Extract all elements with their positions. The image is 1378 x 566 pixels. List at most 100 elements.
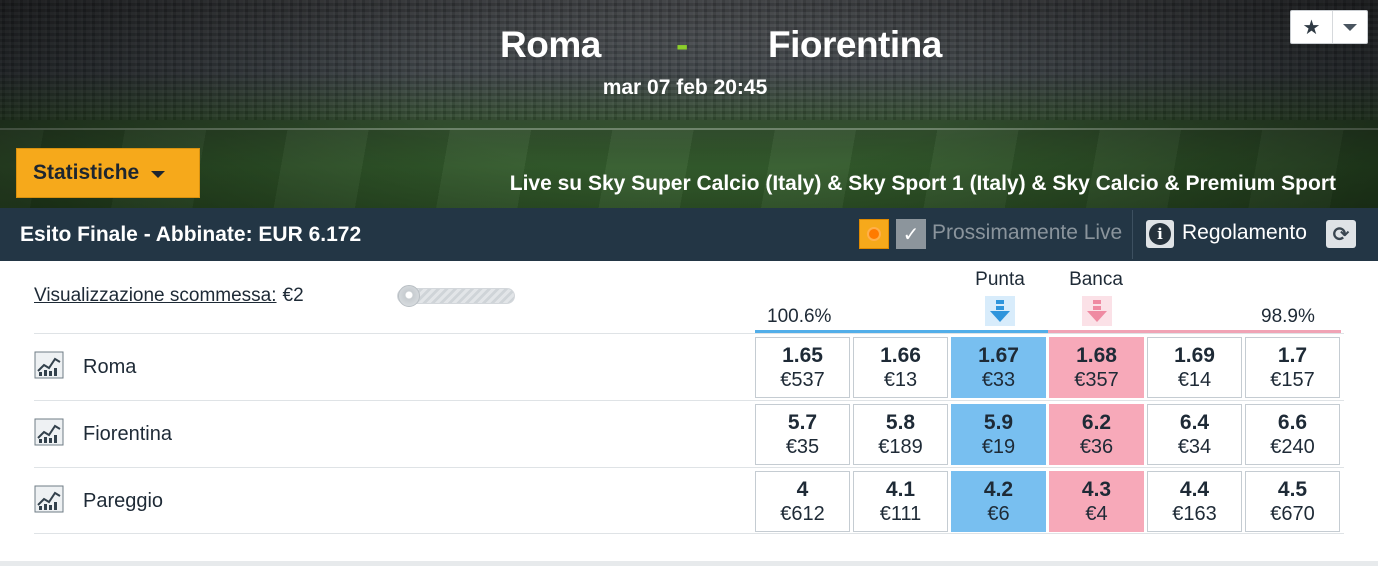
stake-value: €19	[981, 436, 1016, 459]
bet-view-label[interactable]: Visualizzazione scommessa:	[34, 285, 277, 306]
odds-value: 5.8	[885, 410, 916, 434]
odds-value: 4.4	[1179, 477, 1210, 501]
lay-overround: 98.9%	[1261, 306, 1315, 327]
odds-value: 6.6	[1277, 410, 1308, 434]
back-price-cell[interactable]: 4.1 €111	[853, 471, 948, 532]
rules-link[interactable]: Regolamento	[1182, 221, 1307, 245]
star-icon[interactable]: ★	[1291, 11, 1333, 43]
market-title: Esito Finale - Abbinate: EUR 6.172	[20, 223, 362, 246]
odds-value: 4.5	[1277, 477, 1308, 501]
lay-price-cell[interactable]: 6.2 €36	[1049, 404, 1144, 465]
live-broadcast-info: Live su Sky Super Calcio (Italy) & Sky S…	[509, 172, 1336, 195]
stats-button-label: Statistiche	[33, 161, 140, 184]
away-team-name: Fiorentina	[768, 24, 942, 65]
lay-price-cell[interactable]: 1.69 €14	[1147, 337, 1242, 398]
in-play-icon	[859, 219, 889, 249]
lay-price-cell[interactable]: 1.68 €357	[1049, 337, 1144, 398]
favourite-widget[interactable]: ★	[1290, 10, 1368, 44]
odds-value: 1.66	[880, 343, 921, 367]
lay-price-cell[interactable]: 4.4 €163	[1147, 471, 1242, 532]
in-play-dot	[867, 227, 881, 241]
back-price-cell[interactable]: 5.7 €35	[755, 404, 850, 465]
favourite-dropdown[interactable]	[1333, 11, 1367, 43]
lay-price-cell[interactable]: 4.3 €4	[1049, 471, 1144, 532]
bar-divider	[1132, 210, 1133, 259]
arrow-down-pink-icon	[1082, 296, 1112, 326]
chevron-down-icon	[1343, 23, 1357, 31]
page-bottom-edge	[0, 561, 1378, 566]
stats-button[interactable]: Statistiche	[16, 148, 200, 198]
odds-value: 5.7	[787, 410, 818, 434]
check-icon: ✓	[896, 219, 926, 249]
refresh-icon[interactable]: ⟳	[1326, 220, 1356, 248]
arrow-down-blue-icon	[985, 296, 1015, 326]
price-cells: 1.65 €537 1.66 €13 1.67 €33 1.68 €357 1.69 €14 1.7…	[755, 337, 1340, 398]
odds-value: 4.1	[885, 477, 916, 501]
odds-value: 1.65	[782, 343, 823, 367]
runner-name: Fiorentina	[83, 423, 172, 445]
back-price-cell[interactable]: 1.65 €537	[755, 337, 850, 398]
bet-view-value: €2	[282, 285, 304, 306]
stake-value: €6	[987, 503, 1010, 526]
bet-amount-slider[interactable]	[397, 285, 515, 307]
back-overround: 100.6%	[767, 306, 832, 327]
odds-value: 4	[796, 477, 809, 501]
stake-value: €163	[1172, 503, 1217, 526]
chart-icon[interactable]	[34, 485, 64, 513]
odds-value: 6.2	[1081, 410, 1112, 434]
stake-value: €670	[1270, 503, 1315, 526]
price-cells: 5.7 €35 5.8 €189 5.9 €19 6.2 €36 6.4 €34 6.6 €240	[755, 404, 1340, 465]
runner-row: Roma 1.65 €537 1.66 €13 1.67 €33 1.68 €357 1.69 €1…	[34, 333, 1344, 400]
back-price-cell[interactable]: 1.66 €13	[853, 337, 948, 398]
info-icon[interactable]: i	[1146, 220, 1174, 248]
stake-value: €189	[878, 436, 923, 459]
runner-row: Fiorentina 5.7 €35 5.8 €189 5.9 €19 6.2 €36 6.4 €3…	[34, 400, 1344, 467]
back-column-header: Punta	[975, 269, 1025, 290]
teams-separator: -	[676, 24, 689, 65]
price-cells: 4 €612 4.1 €111 4.2 €6 4.3 €4 4.4 €163 4.5 €670	[755, 471, 1340, 532]
back-price-cell[interactable]: 5.8 €189	[853, 404, 948, 465]
stake-value: €36	[1079, 436, 1114, 459]
back-price-cell[interactable]: 5.9 €19	[951, 404, 1046, 465]
stake-value: €34	[1177, 436, 1212, 459]
runner-name: Pareggio	[83, 490, 164, 512]
back-price-cell[interactable]: 4.2 €6	[951, 471, 1046, 532]
lay-price-cell[interactable]: 6.6 €240	[1245, 404, 1340, 465]
odds-value: 1.69	[1174, 343, 1215, 367]
chart-icon[interactable]	[34, 418, 64, 446]
odds-value: 5.9	[983, 410, 1014, 434]
lay-price-cell[interactable]: 6.4 €34	[1147, 404, 1242, 465]
stake-value: €537	[780, 369, 825, 392]
chevron-down-icon	[151, 170, 166, 178]
home-team-name: Roma	[500, 24, 601, 65]
info-glyph: i	[1149, 223, 1171, 245]
lay-price-cell[interactable]: 4.5 €670	[1245, 471, 1340, 532]
odds-value: 1.67	[978, 343, 1019, 367]
odds-value: 1.7	[1277, 343, 1308, 367]
stake-value: €612	[780, 503, 825, 526]
runner-name: Roma	[83, 356, 137, 378]
stake-value: €157	[1270, 369, 1315, 392]
match-date: mar 07 feb 20:45	[602, 76, 768, 99]
back-price-cell[interactable]: 4 €612	[755, 471, 850, 532]
back-price-cell[interactable]: 1.67 €33	[951, 337, 1046, 398]
stake-value: €33	[981, 369, 1016, 392]
bet-view-control: Visualizzazione scommessa: €2	[34, 285, 304, 307]
runners-table: Roma 1.65 €537 1.66 €13 1.67 €33 1.68 €357 1.69 €1…	[34, 333, 1344, 534]
odds-value: 6.4	[1179, 410, 1210, 434]
event-header: Roma - Fiorentina mar 07 feb 20:45 ★ Sta…	[0, 0, 1378, 208]
odds-value: 4.3	[1081, 477, 1112, 501]
odds-value: 4.2	[983, 477, 1014, 501]
teams-heading: Roma - Fiorentina	[0, 24, 1378, 72]
coming-live-label: Prossimamente Live	[932, 221, 1123, 244]
lay-price-cell[interactable]: 1.7 €157	[1245, 337, 1340, 398]
stake-value: €35	[785, 436, 820, 459]
stake-value: €4	[1085, 503, 1108, 526]
chart-icon[interactable]	[34, 351, 64, 379]
lay-column-header: Banca	[1069, 269, 1123, 290]
stake-value: €240	[1270, 436, 1315, 459]
stake-value: €14	[1177, 369, 1212, 392]
stake-value: €111	[879, 503, 922, 526]
slider-handle[interactable]	[398, 285, 420, 307]
odds-value: 1.68	[1076, 343, 1117, 367]
